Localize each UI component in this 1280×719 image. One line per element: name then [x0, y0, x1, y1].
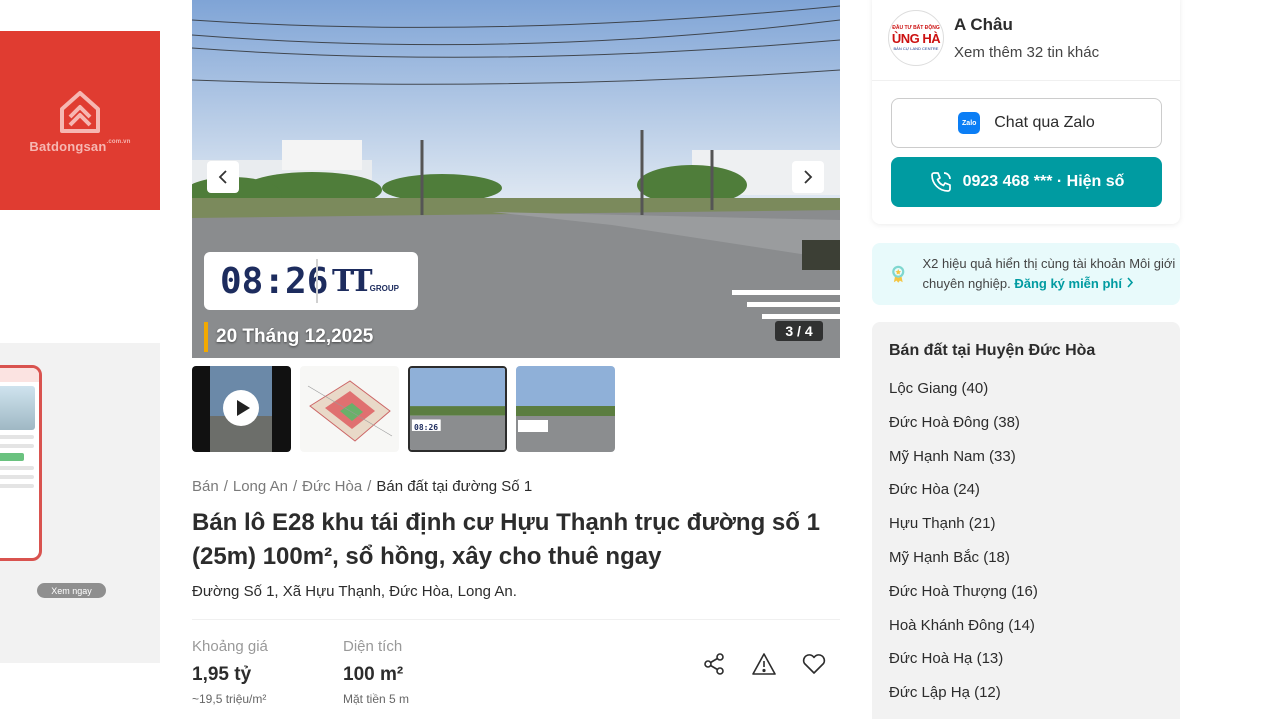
pro-agent-promo[interactable]: X2 hiệu quả hiển thị cùng tài khoản Môi …: [872, 243, 1180, 305]
area-link[interactable]: Hoà Khánh Đông (14): [889, 616, 1038, 650]
listing-address: Đường Số 1, Xã Hựu Thạnh, Đức Hòa, Long …: [192, 583, 517, 600]
area-link[interactable]: Mỹ Hạnh Nam (33): [889, 447, 1038, 481]
agent-name[interactable]: A Châu: [954, 15, 1099, 35]
agent-card: ĐẦU TƯ BẤT ĐỘNG ÙNG HÀ BÁN CỰ LAND CENTR…: [872, 0, 1180, 224]
area-link[interactable]: Hựu Thạnh (21): [889, 514, 1038, 548]
breadcrumb: Bán / Long An / Đức Hòa / Bán đất tại đường Số…: [192, 478, 533, 495]
area-link[interactable]: Đức Hoà Thượng (16): [889, 582, 1038, 616]
price-label: Khoảng giá: [192, 638, 268, 655]
show-phone-button[interactable]: 0923 468 *** · Hiện số: [891, 157, 1162, 207]
area-link[interactable]: Đức Hòa (24): [889, 480, 1038, 514]
ad-banner[interactable]: Batdongsan.com.vn: [0, 31, 160, 210]
divider: [872, 80, 1180, 81]
divider: [192, 619, 840, 620]
zalo-icon: Zalo: [958, 112, 981, 134]
area-list: Lộc Giang (40) Đức Hoà Đông (38) Mỹ Hạnh…: [889, 379, 1038, 717]
listing-title: Bán lô E28 khu tái định cư Hựu Thạnh trụ…: [192, 509, 820, 570]
phone-icon: [930, 172, 951, 192]
photo-date: 20 Tháng 12,2025: [204, 322, 373, 352]
ad-cta-button[interactable]: Xem ngay: [37, 583, 106, 598]
agent-more-listings-link[interactable]: Xem thêm 32 tin khác: [954, 44, 1099, 61]
area-value: 100 m²: [343, 664, 404, 685]
area-listing-card: Bán đất tại Huyện Đức Hòa Lộc Giang (40)…: [872, 322, 1180, 719]
ad-app-promo[interactable]: Xem ngay: [0, 343, 160, 663]
share-button[interactable]: [700, 650, 728, 678]
play-icon: [223, 390, 259, 426]
page: Batdongsan.com.vn Xem ngay 08:26 TTGROUP…: [0, 0, 1280, 719]
agent-avatar[interactable]: ĐẦU TƯ BẤT ĐỘNG ÙNG HÀ BÁN CỰ LAND CENTR…: [888, 10, 944, 66]
breadcrumb-item-duc-hoa[interactable]: Đức Hòa: [302, 478, 362, 495]
chevron-right-icon: [804, 170, 813, 184]
area-stat: Diện tích 100 m² Mặt tiền 5 m: [343, 638, 409, 706]
frontage: Mặt tiền 5 m: [343, 692, 410, 706]
chat-zalo-label: Chat qua Zalo: [994, 114, 1095, 131]
share-icon: [704, 653, 724, 675]
gallery-next-button[interactable]: [792, 161, 824, 193]
phone-number-label: 0923 468 *** · Hiện số: [962, 173, 1125, 190]
thumbnail-map[interactable]: [300, 366, 399, 452]
heart-icon: [802, 654, 826, 674]
area-card-title: Bán đất tại Huyện Đức Hòa: [889, 342, 1096, 359]
area-link[interactable]: Đức Hoà Đông (38): [889, 413, 1038, 447]
batdongsan-logo-icon: [60, 91, 100, 133]
photo-counter: 3 / 4: [775, 321, 823, 341]
thumbnail-photo-active[interactable]: 08:26: [408, 366, 507, 452]
phone-mockup-image: [0, 365, 42, 561]
badge-icon: [892, 265, 905, 283]
promo-text: X2 hiệu quả hiển thị cùng tài khoản Môi …: [922, 256, 1176, 291]
agent-header[interactable]: ĐẦU TƯ BẤT ĐỘNG ÙNG HÀ BÁN CỰ LAND CENTR…: [888, 10, 1099, 66]
register-free-link[interactable]: Đăng ký miễn phí: [1014, 276, 1133, 291]
stamp-logo: TTGROUP: [332, 263, 399, 299]
chevron-right-icon: [1126, 277, 1133, 288]
chat-zalo-button[interactable]: Zalo Chat qua Zalo: [891, 98, 1162, 148]
stamp-time: 08:26: [220, 260, 329, 302]
report-button[interactable]: [750, 650, 778, 678]
warning-icon: [752, 653, 776, 675]
breadcrumb-current: Bán đất tại đường Số 1: [376, 478, 533, 495]
listing-actions: [700, 650, 828, 678]
thumbnail-strip: 08:26: [192, 366, 615, 452]
price-per-m2: ~19,5 triệu/m²: [192, 692, 267, 706]
thumbnail-photo[interactable]: [516, 366, 615, 452]
thumbnail-video[interactable]: [192, 366, 291, 452]
thumbnail-time: 08:26: [414, 423, 439, 432]
area-link[interactable]: Mỹ Hạnh Bắc (18): [889, 548, 1038, 582]
photo-gallery[interactable]: 08:26 TTGROUP 20 Tháng 12,2025 3 / 4: [192, 0, 840, 358]
price-stat: Khoảng giá 1,95 tỷ ~19,5 triệu/m²: [192, 638, 268, 706]
area-link[interactable]: Đức Lập Hạ (12): [889, 683, 1038, 717]
area-link[interactable]: Lộc Giang (40): [889, 379, 1038, 413]
chevron-left-icon: [218, 170, 227, 184]
breadcrumb-item-ban[interactable]: Bán: [192, 478, 219, 495]
price-value: 1,95 tỷ: [192, 664, 252, 685]
area-label: Diện tích: [343, 638, 403, 655]
photo-timestamp-stamp: 08:26 TTGROUP: [204, 252, 418, 310]
ad-brand-text: Batdongsan.com.vn: [29, 139, 131, 154]
area-link[interactable]: Đức Hoà Hạ (13): [889, 649, 1038, 683]
gallery-prev-button[interactable]: [207, 161, 239, 193]
save-button[interactable]: [800, 650, 828, 678]
breadcrumb-item-long-an[interactable]: Long An: [233, 478, 288, 495]
